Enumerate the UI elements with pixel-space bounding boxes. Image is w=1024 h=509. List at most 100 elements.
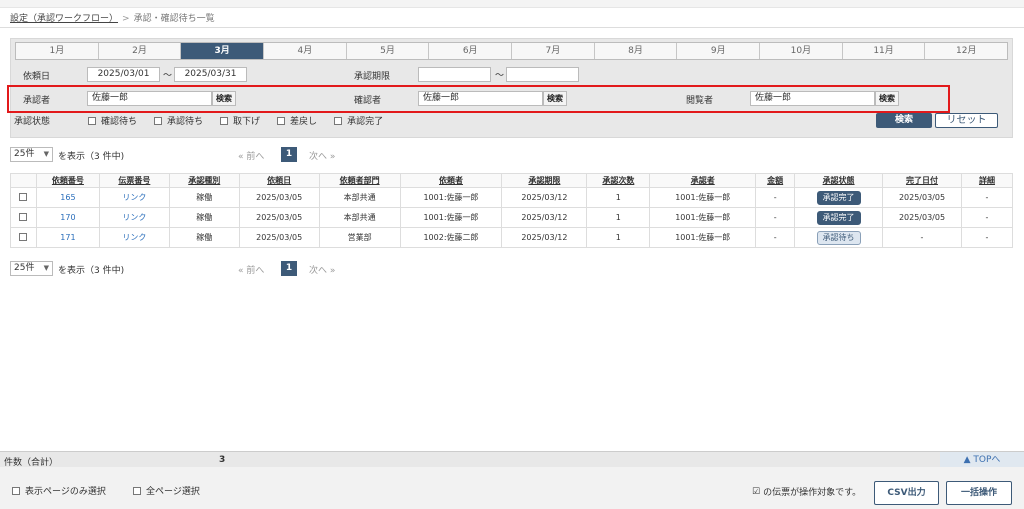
month-tab-5[interactable]: 5月 (346, 43, 430, 59)
checkbox-icon[interactable] (277, 116, 286, 125)
status-checkbox-confirm-wait[interactable]: 確認待ち (88, 114, 137, 127)
request-no-link[interactable]: 165 (35, 187, 100, 208)
month-tab-8[interactable]: 8月 (594, 43, 678, 59)
checkbox-icon[interactable] (334, 116, 343, 125)
month-tab-3[interactable]: 3月 (181, 43, 265, 59)
col-status[interactable]: 承認状態 (794, 173, 884, 188)
checkbox-icon[interactable] (154, 116, 163, 125)
status-checkbox-approved[interactable]: 承認完了 (334, 114, 383, 127)
col-level[interactable]: 承認次数 (586, 173, 651, 188)
col-done-date[interactable]: 完了日付 (882, 173, 962, 188)
current-page[interactable]: 1 (281, 147, 297, 162)
deadline-to-input[interactable] (506, 67, 579, 82)
footer-bar: 表示ページのみ選択 全ページ選択 ☑ の伝票が操作対象です。 CSV出力 一括操作 (0, 467, 1024, 509)
deadline-cell: 2025/03/12 (501, 227, 588, 248)
col-deadline[interactable]: 承認期限 (501, 173, 588, 188)
current-page[interactable]: 1 (281, 261, 297, 276)
next-page-link[interactable]: 次へ » (309, 263, 335, 276)
done-date-cell: 2025/03/05 (882, 207, 962, 228)
request-no-link[interactable]: 171 (35, 227, 100, 248)
col-detail[interactable]: 詳細 (960, 173, 1014, 188)
select-page-checkbox[interactable]: 表示ページのみ選択 (12, 484, 106, 497)
per-page-value: 25件 (14, 149, 35, 159)
status-checkbox-approve-wait[interactable]: 承認待ち (154, 114, 203, 127)
col-request-no[interactable]: 依頼番号 (35, 173, 100, 188)
top-bar (0, 0, 1024, 8)
tilde: 〜 (495, 71, 505, 81)
status-checkbox-returned[interactable]: 差戻し (277, 114, 317, 127)
breadcrumb: 設定（承認ワークフロー） > 承認・確認待ち一覧 (0, 8, 1024, 28)
deadline-from-input[interactable] (418, 67, 491, 82)
request-date-from-input[interactable]: 2025/03/01 (87, 67, 160, 82)
per-page-select[interactable]: 25件 ▼ (10, 147, 53, 162)
month-tab-9[interactable]: 9月 (677, 43, 761, 59)
status-checkbox-withdrawn[interactable]: 取下げ (220, 114, 260, 127)
amount-cell: - (755, 207, 796, 228)
select-all-label: 全ページ選択 (146, 487, 200, 497)
status-badge: 承認完了 (816, 190, 861, 205)
month-tab-2[interactable]: 2月 (98, 43, 182, 59)
select-page-label: 表示ページのみ選択 (25, 487, 106, 497)
next-page-link[interactable]: 次へ » (309, 149, 335, 162)
approver-cell: 1001:佐藤一郎 (649, 187, 757, 208)
slip-link[interactable]: リンク (98, 227, 170, 248)
month-tab-10[interactable]: 10月 (760, 43, 843, 59)
per-page-select[interactable]: 25件 ▼ (10, 261, 53, 276)
level-cell: 1 (586, 207, 651, 228)
status-badge: 承認完了 (816, 210, 861, 225)
checkbox-icon[interactable] (12, 486, 20, 495)
status-badge: 承認待ち (816, 230, 861, 245)
request-date-label: 依頼日 (23, 72, 51, 82)
csv-export-button[interactable]: CSV出力 (874, 481, 939, 505)
select-all-checkbox[interactable]: 全ページ選択 (133, 484, 200, 497)
col-approver[interactable]: 承認者 (649, 173, 757, 188)
table-row: 171 リンク 稼働 2025/03/05 営業部 1002:佐藤二郎 2025… (10, 227, 1014, 248)
prev-page-link[interactable]: « 前へ (238, 263, 264, 276)
month-tab-11[interactable]: 11月 (842, 43, 926, 59)
col-dept[interactable]: 依頼者部門 (318, 173, 401, 188)
request-table: 依頼番号 伝票番号 承認種別 依頼日 依頼者部門 依頼者 承認期限 承認次数 承… (10, 173, 1014, 248)
request-date-to-input[interactable]: 2025/03/31 (174, 67, 247, 82)
chevron-down-icon: ▼ (43, 150, 49, 158)
col-approval-type[interactable]: 承認種別 (168, 173, 240, 188)
slip-link[interactable]: リンク (98, 187, 170, 208)
month-tab-4[interactable]: 4月 (264, 43, 347, 59)
slip-link[interactable]: リンク (98, 207, 170, 228)
row-checkbox[interactable] (19, 212, 28, 221)
col-slip-no[interactable]: 伝票番号 (98, 173, 170, 188)
back-to-top-link[interactable]: ▲ TOPへ (940, 452, 1024, 468)
status-option-label: 差戻し (290, 117, 318, 127)
prev-page-link[interactable]: « 前へ (238, 149, 264, 162)
checkbox-icon[interactable] (220, 116, 229, 125)
checkbox-icon[interactable] (133, 486, 141, 495)
request-no-link[interactable]: 170 (35, 207, 100, 228)
done-date-cell: 2025/03/05 (882, 187, 962, 208)
month-tabs: 1月 2月 3月 4月 5月 6月 7月 8月 9月 10月 11月 12月 (15, 42, 1008, 60)
month-tab-7[interactable]: 7月 (512, 43, 595, 59)
month-tab-1[interactable]: 1月 (16, 43, 99, 59)
bulk-action-button[interactable]: 一括操作 (946, 481, 1012, 505)
detail-cell: - (960, 207, 1014, 228)
search-button[interactable]: 検索 (876, 113, 932, 128)
deadline-label: 承認期限 (354, 72, 391, 82)
col-amount[interactable]: 金額 (755, 173, 796, 188)
checkbox-icon[interactable] (88, 116, 96, 125)
result-count: を表示（3 件中) (58, 266, 125, 276)
col-request-date[interactable]: 依頼日 (238, 173, 320, 188)
detail-cell: - (960, 187, 1014, 208)
month-tab-6[interactable]: 6月 (429, 43, 513, 59)
breadcrumb-root-link[interactable]: 設定（承認ワークフロー） (10, 14, 118, 24)
requester-cell: 1001:佐藤一郎 (399, 187, 503, 208)
col-requester[interactable]: 依頼者 (399, 173, 503, 188)
table-row: 170 リンク 稼働 2025/03/05 本部共通 1001:佐藤一郎 202… (10, 207, 1014, 228)
target-note-text: の伝票が操作対象です。 (763, 488, 862, 498)
breadcrumb-separator: > (122, 14, 130, 24)
level-cell: 1 (586, 187, 651, 208)
approval-type-cell: 稼働 (168, 187, 240, 208)
deadline-cell: 2025/03/12 (501, 187, 588, 208)
breadcrumb-current: 承認・確認待ち一覧 (133, 14, 215, 24)
reset-button[interactable]: リセット (935, 113, 998, 128)
row-checkbox[interactable] (19, 232, 28, 241)
row-checkbox[interactable] (19, 192, 28, 201)
month-tab-12[interactable]: 12月 (925, 43, 1008, 59)
